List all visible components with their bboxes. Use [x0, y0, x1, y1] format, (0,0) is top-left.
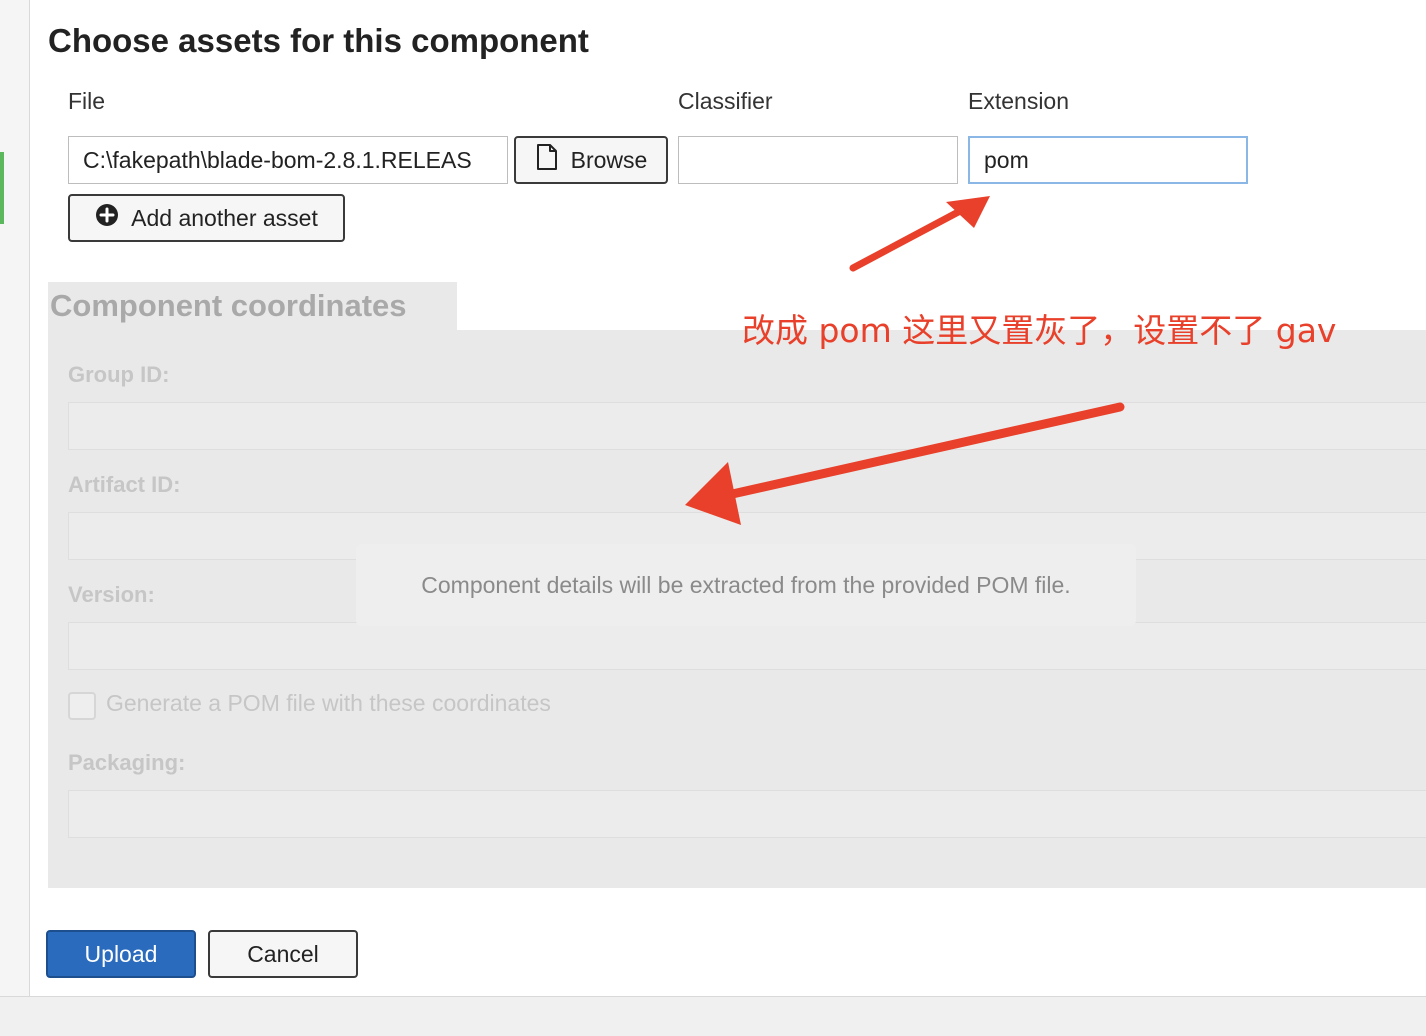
generate-pom-checkbox	[68, 692, 96, 720]
plus-circle-icon	[95, 203, 119, 233]
add-asset-button-label: Add another asset	[131, 204, 318, 231]
artifact-id-label: Artifact ID:	[68, 472, 181, 497]
left-rail	[0, 0, 30, 1036]
generate-pom-label: Generate a POM file with these coordinat…	[106, 690, 551, 716]
version-field	[68, 622, 1426, 670]
group-id-field	[68, 402, 1426, 450]
page-footer-band	[0, 996, 1426, 1036]
extension-field[interactable]: pom	[968, 136, 1248, 184]
pom-extraction-message: Component details will be extracted from…	[356, 544, 1136, 626]
cancel-button[interactable]: Cancel	[208, 930, 358, 978]
classifier-field[interactable]	[678, 136, 958, 184]
coordinates-header: Component coordinates	[48, 282, 457, 330]
nav-active-indicator	[0, 152, 4, 224]
group-id-label: Group ID:	[68, 362, 170, 387]
browse-button-label: Browse	[570, 146, 648, 173]
file-icon	[535, 143, 559, 177]
file-column-label: File	[68, 88, 106, 114]
upload-button[interactable]: Upload	[46, 930, 196, 978]
extension-column-label: Extension	[968, 88, 1070, 114]
classifier-column-label: Classifier	[678, 88, 773, 114]
annotation-arrow-to-extension	[849, 196, 990, 272]
version-label: Version:	[68, 582, 155, 607]
file-path-field[interactable]: C:\fakepath\blade-bom-2.8.1.RELEAS	[68, 136, 508, 184]
add-asset-button[interactable]: Add another asset	[68, 194, 345, 242]
page-title: Choose assets for this component	[48, 22, 589, 59]
browse-button[interactable]: Browse	[514, 136, 668, 184]
packaging-label: Packaging:	[68, 750, 186, 775]
packaging-field	[68, 790, 1426, 838]
annotation-note: 改成 pom 这里又置灰了，设置不了 gav	[742, 311, 1337, 350]
